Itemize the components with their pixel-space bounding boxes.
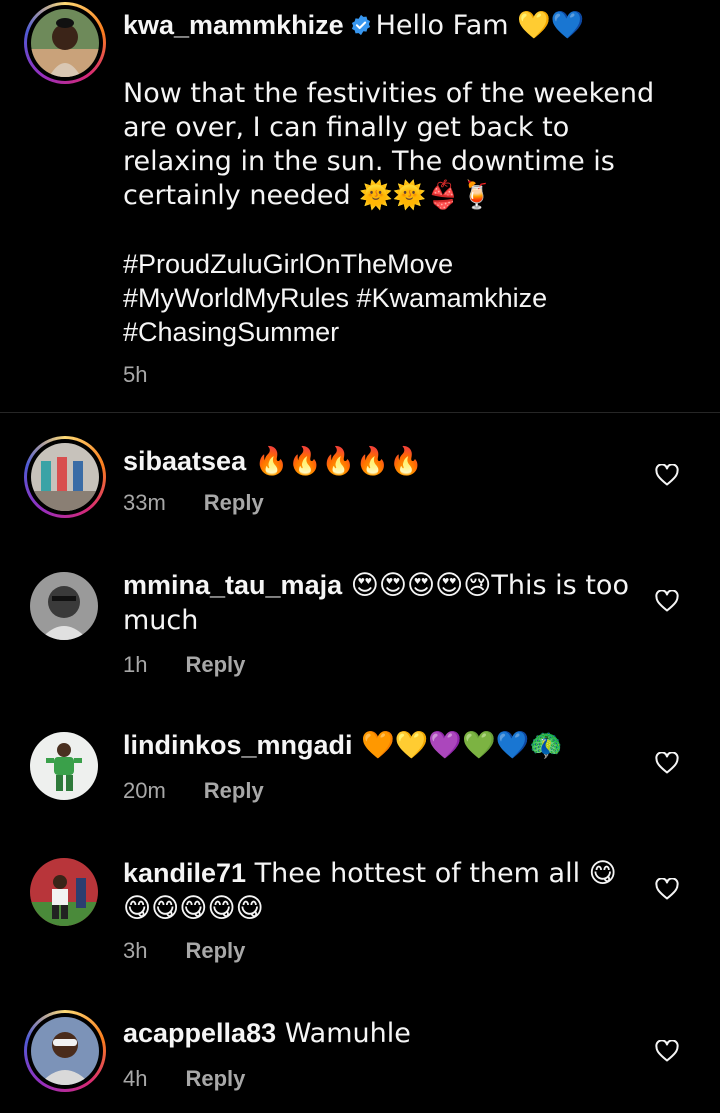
comment-meta: 4h Reply: [123, 1066, 245, 1092]
avatar[interactable]: [30, 572, 98, 640]
comment-username[interactable]: lindinkos_mngadi: [123, 730, 353, 760]
heart-icon[interactable]: [655, 878, 679, 900]
comment-text: lindinkos_mngadi 🧡💛💜💚💙🦚: [123, 728, 633, 763]
comment-meta: 1h Reply: [123, 652, 245, 678]
comment-time: 20m: [123, 778, 166, 803]
comment-username[interactable]: acappella83: [123, 1018, 276, 1048]
avatar[interactable]: [30, 858, 98, 926]
comment-body: 🧡💛💜💚💙🦚: [352, 730, 563, 761]
comment-time: 3h: [123, 938, 148, 963]
avatar: [31, 1017, 99, 1085]
heart-icon[interactable]: [655, 590, 679, 612]
heart-icon[interactable]: [655, 1040, 679, 1062]
heart-icon[interactable]: [655, 464, 679, 486]
comment-username[interactable]: mmina_tau_maja: [123, 570, 342, 600]
comment-body: Wamuhle: [276, 1018, 411, 1049]
caption-text: kwa_mammkhize Hello Fam 💛💙 Now that the f…: [123, 8, 683, 349]
comment-text: kandile71 Thee hottest of them all 😋😋😋😋😋…: [123, 856, 633, 926]
comment-username[interactable]: sibaatsea: [123, 446, 246, 476]
avatar: [31, 443, 99, 511]
caption-timestamp: 5h: [123, 362, 148, 387]
post-caption: kwa_mammkhize Hello Fam 💛💙 Now that the f…: [0, 0, 720, 412]
comment-meta: 3h Reply: [123, 938, 245, 964]
heart-icon[interactable]: [655, 752, 679, 774]
comment-username[interactable]: kandile71: [123, 858, 246, 888]
reply-button[interactable]: Reply: [185, 652, 245, 678]
caption-username[interactable]: kwa_mammkhize: [123, 10, 344, 40]
reply-button[interactable]: Reply: [204, 490, 264, 516]
avatar: [31, 9, 99, 77]
comment-time: 4h: [123, 1066, 148, 1091]
caption-avatar-story-ring[interactable]: [24, 2, 106, 84]
comment-body: 🔥🔥🔥🔥🔥: [246, 446, 423, 477]
hashtag-line[interactable]: #MyWorldMyRules #Kwamamkhize: [123, 281, 683, 315]
hashtag-line[interactable]: #ProudZuluGirlOnTheMove: [123, 247, 683, 281]
verified-badge-icon: [351, 14, 370, 36]
reply-button[interactable]: Reply: [185, 938, 245, 964]
comment-text: acappella83 Wamuhle: [123, 1016, 633, 1051]
divider: [0, 412, 720, 413]
comment-time: 1h: [123, 652, 148, 677]
caption-greeting: Hello Fam 💛💙: [375, 10, 585, 41]
comment-meta: 33m Reply: [123, 490, 264, 516]
hashtag-line[interactable]: #ChasingSummer: [123, 315, 683, 349]
reply-button[interactable]: Reply: [185, 1066, 245, 1092]
avatar[interactable]: [30, 732, 98, 800]
comment-text: mmina_tau_maja 😍😍😍😍😢This is too much: [123, 568, 633, 638]
caption-paragraph: Now that the festivities of the weekend …: [123, 78, 655, 211]
comment-text: sibaatsea 🔥🔥🔥🔥🔥: [123, 444, 633, 479]
comment-time: 33m: [123, 490, 166, 515]
comment-avatar-story-ring[interactable]: [24, 436, 106, 518]
comment-avatar-story-ring[interactable]: [24, 1010, 106, 1092]
reply-button[interactable]: Reply: [204, 778, 264, 804]
comment-meta: 20m Reply: [123, 778, 264, 804]
